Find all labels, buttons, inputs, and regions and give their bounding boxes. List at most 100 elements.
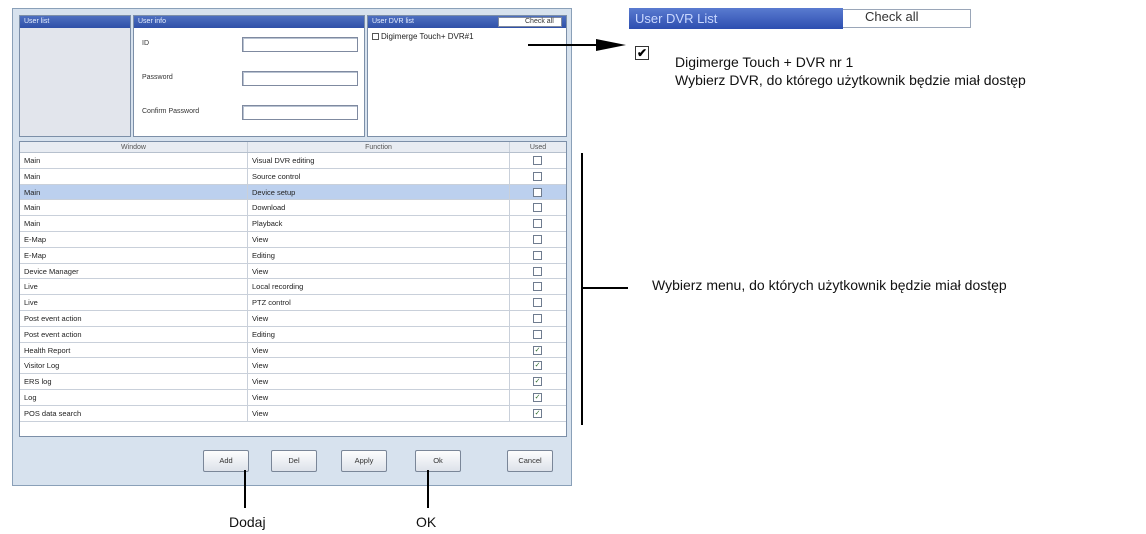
column-header-used[interactable]: Used	[510, 142, 566, 152]
ok-button[interactable]: Ok	[415, 450, 461, 472]
user-info-header: User info	[134, 16, 364, 28]
cell-used: ✓	[510, 406, 566, 421]
table-row[interactable]: ERS log View ✓	[20, 374, 566, 390]
cell-used	[510, 153, 566, 168]
used-checkbox[interactable]: ✓	[533, 392, 542, 402]
cancel-button[interactable]: Cancel	[507, 450, 553, 472]
user-list-body[interactable]	[20, 28, 130, 136]
table-row[interactable]: POS data search View ✓	[20, 405, 566, 422]
arrow-head-icon	[596, 39, 626, 51]
cell-used	[510, 311, 566, 326]
check-all-checkbox[interactable]: Check all	[498, 17, 562, 27]
cell-window: ERS log	[20, 374, 248, 389]
cell-used	[510, 216, 566, 231]
dvr-arrow-line	[528, 44, 598, 46]
table-row[interactable]: Health Report View ✓	[20, 342, 566, 359]
used-checkbox[interactable]	[533, 187, 542, 197]
cell-window: Live	[20, 279, 248, 295]
used-checkbox[interactable]	[533, 156, 542, 165]
cell-used	[510, 232, 566, 247]
used-checkbox[interactable]: ✓	[533, 408, 542, 418]
cell-window: Post event action	[20, 310, 248, 326]
column-header-function[interactable]: Function	[248, 142, 510, 152]
cell-function: View	[248, 405, 510, 421]
table-row[interactable]: Visitor Log View ✓	[20, 358, 566, 375]
table-row[interactable]: Main Download	[20, 200, 566, 217]
cell-used: ✓	[510, 343, 566, 358]
table-row[interactable]: Main Source control	[20, 168, 566, 185]
dvr-item-label: Digimerge Touch+ DVR#1	[381, 32, 474, 41]
confirm-password-field[interactable]	[242, 105, 358, 120]
cell-window: E-Map	[20, 247, 248, 263]
used-checkbox[interactable]	[533, 266, 542, 276]
cell-used	[510, 185, 566, 200]
cell-function: Editing	[248, 247, 510, 263]
zoom-check-all-label: Check all	[865, 9, 919, 24]
dvr-list-panel: User DVR list Check all Digimerge Touch+…	[367, 15, 567, 137]
used-checkbox[interactable]: ✓	[533, 377, 542, 387]
used-checkbox[interactable]	[533, 234, 542, 244]
cell-function: View	[248, 389, 510, 405]
table-row[interactable]: Post event action View	[20, 310, 566, 327]
cell-window: Main	[20, 153, 248, 168]
cell-used	[510, 264, 566, 279]
user-info-panel: User info ID Password Confirm Password	[133, 15, 365, 137]
user-list-header: User list	[20, 16, 130, 28]
table-row[interactable]: Live Local recording	[20, 279, 566, 296]
delete-button[interactable]: Del	[271, 450, 317, 472]
cell-used	[510, 279, 566, 294]
zoom-dvr-list-title: User DVR List	[629, 8, 843, 29]
dvr-list-item[interactable]: Digimerge Touch+ DVR#1	[372, 32, 474, 41]
add-button[interactable]: Add	[203, 450, 249, 472]
cell-function: Device setup	[248, 184, 510, 200]
cell-function: Playback	[248, 216, 510, 231]
column-header-window[interactable]: Window	[20, 142, 248, 152]
used-checkbox[interactable]	[533, 329, 542, 339]
used-checkbox[interactable]	[533, 250, 542, 260]
id-field[interactable]	[242, 37, 358, 52]
cell-used	[510, 327, 566, 342]
zoom-dvr-checkbox[interactable]: ✔	[635, 46, 649, 60]
dvr-list-header: User DVR list Check all	[368, 16, 566, 28]
cell-window: Visitor Log	[20, 358, 248, 374]
cell-function: View	[248, 374, 510, 389]
table-row[interactable]: Post event action Editing	[20, 326, 566, 343]
used-checkbox[interactable]	[533, 298, 542, 308]
add-annotation: Dodaj	[229, 514, 266, 530]
grid-body: Main Visual DVR editing Main Source control…	[20, 153, 566, 422]
grid-header: Window Function Used	[20, 142, 566, 153]
used-checkbox[interactable]: ✓	[533, 345, 542, 355]
menu-bracket-pointer	[582, 287, 628, 289]
apply-button[interactable]: Apply	[341, 450, 387, 472]
cell-used: ✓	[510, 390, 566, 405]
used-checkbox[interactable]	[533, 203, 542, 213]
table-row[interactable]: Device Manager View	[20, 263, 566, 280]
table-row[interactable]: Main Visual DVR editing	[20, 153, 566, 169]
cell-window: Health Report	[20, 342, 248, 358]
table-row[interactable]: E-Map Editing	[20, 247, 566, 264]
table-row[interactable]: E-Map View	[20, 231, 566, 248]
cell-window: Live	[20, 295, 248, 310]
cell-function: Download	[248, 200, 510, 216]
cell-function: View	[248, 310, 510, 326]
add-pointer-line	[244, 470, 246, 508]
zoom-dvr-hint: Wybierz DVR, do którego użytkownik będzi…	[675, 72, 1026, 88]
used-checkbox[interactable]: ✓	[533, 361, 542, 371]
dvr-checkbox[interactable]	[372, 33, 379, 40]
table-row[interactable]: Log View ✓	[20, 389, 566, 406]
table-row[interactable]: Main Device setup	[20, 184, 566, 201]
used-checkbox[interactable]	[533, 219, 542, 229]
used-checkbox[interactable]	[533, 282, 542, 292]
used-checkbox[interactable]	[533, 171, 542, 181]
cell-window: E-Map	[20, 231, 248, 247]
cell-window: Main	[20, 168, 248, 184]
cell-function: View	[248, 358, 510, 374]
table-row[interactable]: Live PTZ control	[20, 295, 566, 311]
cell-used: ✓	[510, 374, 566, 389]
id-label: ID	[142, 40, 149, 47]
cell-window: Log	[20, 389, 248, 405]
cell-window: Main	[20, 184, 248, 200]
table-row[interactable]: Main Playback	[20, 216, 566, 232]
used-checkbox[interactable]	[533, 313, 542, 323]
password-field[interactable]	[242, 71, 358, 86]
